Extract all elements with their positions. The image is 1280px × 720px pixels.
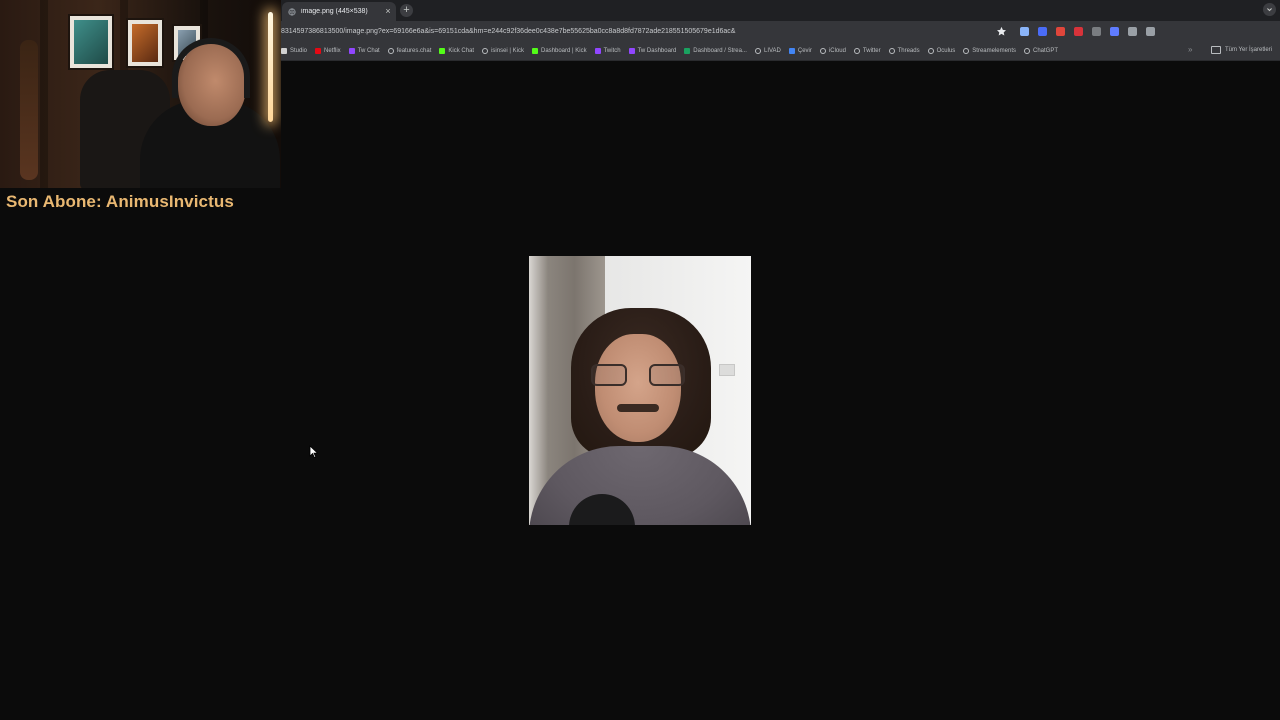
bookmark-favicon-icon [315, 48, 322, 54]
bookmark-favicon-icon [628, 48, 635, 54]
extension-icon[interactable] [1020, 27, 1029, 36]
bookmark-favicon-icon [788, 48, 795, 54]
image-person-mustache [617, 404, 659, 412]
browser-toolbar: 8314597386813500/image.png?ex=69166e6a&i… [280, 21, 1280, 42]
webcam-overlay [0, 0, 281, 188]
bookmark-favicon-icon [439, 48, 446, 54]
bookmark-star-icon[interactable] [996, 26, 1007, 37]
bookmark-label: Dashboard / Strea... [693, 48, 747, 54]
bookmark-label: LIVAD [763, 48, 781, 54]
folder-icon [1210, 46, 1221, 54]
all-bookmarks-label: Tüm Yer İşaretleri [1224, 47, 1272, 53]
bookmark-label: Tw Dashboard [637, 48, 677, 54]
bookmark-label: Threads [897, 48, 920, 54]
bookmark-item[interactable]: Dashboard | Kick [531, 48, 587, 54]
bookmark-label: Twitch [603, 48, 621, 54]
bookmark-favicon-icon [594, 48, 601, 54]
bookmark-item[interactable]: features.chat [387, 48, 432, 54]
bookmark-label: Oculus [936, 48, 956, 54]
bookmark-favicon-icon [754, 48, 761, 54]
bookmark-label: isinsei | Kick [491, 48, 524, 54]
tab-search-button[interactable] [1263, 3, 1276, 16]
bookmark-item[interactable]: Studio [281, 48, 307, 54]
extensions-row [1020, 25, 1164, 38]
url-text: 8314597386813500/image.png?ex=69166e6a&i… [281, 28, 736, 35]
tab-strip: image.png (445×538) × + [280, 0, 1280, 21]
bookmark-label: ChatGPT [1032, 48, 1058, 54]
bookmarks-bar: Studio Netflix Tw Chat features.chat Kick Ch… [280, 42, 1280, 61]
bookmark-favicon-icon [927, 48, 934, 54]
wall-picture [68, 14, 114, 70]
bookmark-item[interactable]: Çevir [788, 48, 812, 54]
extension-icon[interactable] [1146, 27, 1155, 36]
bookmark-item[interactable]: ChatGPT [1023, 48, 1058, 54]
bookmark-favicon-icon [819, 48, 826, 54]
bookmark-favicon-icon [531, 48, 538, 54]
glasses-lens [591, 364, 627, 386]
guitar [20, 40, 38, 180]
bookmark-item[interactable]: Dashboard / Strea... [684, 48, 747, 54]
bookmark-favicon-icon [1023, 48, 1030, 54]
extension-icon[interactable] [1128, 27, 1137, 36]
wall-panel [40, 0, 48, 188]
image-person-glasses [591, 364, 685, 388]
bookmark-label: Kick Chat [448, 48, 475, 54]
bookmark-favicon-icon [684, 48, 691, 54]
bookmark-favicon-icon [281, 48, 287, 54]
glasses-lens [649, 364, 685, 386]
globe-icon [287, 7, 296, 16]
mouse-cursor-icon [309, 445, 319, 459]
close-icon[interactable]: × [382, 7, 394, 16]
new-tab-button[interactable]: + [400, 4, 413, 17]
bookmark-favicon-icon [482, 48, 489, 54]
bookmark-favicon-icon [888, 48, 895, 54]
extension-icon[interactable] [1038, 27, 1047, 36]
bookmark-favicon-icon [387, 48, 394, 54]
bookmark-item[interactable]: Threads [888, 48, 920, 54]
extension-icon[interactable] [1056, 27, 1065, 36]
tab-image-png[interactable]: image.png (445×538) × [282, 2, 396, 21]
bookmark-item[interactable]: Twitter [853, 48, 881, 54]
bookmark-favicon-icon [853, 48, 860, 54]
bookmark-item[interactable]: Kick Chat [439, 48, 474, 54]
screen: image.png (445×538) × + 8314597386813500… [0, 0, 1280, 720]
bookmark-label: Netflix [324, 48, 341, 54]
bookmark-item[interactable]: isinsei | Kick [482, 48, 524, 54]
extension-icon[interactable] [1092, 27, 1101, 36]
bookmark-item[interactable]: Netflix [315, 48, 341, 54]
bookmark-label: Streamelements [972, 48, 1016, 54]
bookmarks-overflow-button[interactable]: » [1188, 45, 1192, 54]
bookmark-label: features.chat [396, 48, 432, 54]
bookmark-label: Studio [290, 48, 308, 54]
address-bar[interactable]: 8314597386813500/image.png?ex=69166e6a&i… [280, 23, 1010, 40]
image-person-face [595, 334, 681, 442]
bookmark-label: Tw Chat [357, 48, 380, 54]
bookmark-item[interactable]: Streamelements [963, 48, 1016, 54]
wall-picture [126, 18, 164, 68]
bookmark-label: Twitter [862, 48, 881, 54]
bookmark-item[interactable]: Tw Dashboard [628, 48, 677, 54]
extension-icon[interactable] [1110, 27, 1119, 36]
bookmark-label: Dashboard | Kick [540, 48, 587, 54]
led-light-strip [268, 12, 273, 122]
bookmark-favicon-icon [963, 48, 970, 54]
bookmarks-list: Studio Netflix Tw Chat features.chat Kick Ch… [281, 46, 1066, 56]
bookmark-item[interactable]: Tw Chat [348, 48, 380, 54]
image-wall-outlet [719, 364, 735, 376]
bookmark-item[interactable]: Twitch [594, 48, 621, 54]
bookmark-item[interactable]: LIVAD [754, 48, 781, 54]
bookmark-label: Çevir [797, 48, 812, 54]
extension-icon[interactable] [1074, 27, 1083, 36]
tab-title: image.png (445×538) [301, 8, 368, 15]
last-subscriber-label: Son Abone: AnimusInvictus [6, 192, 234, 211]
viewed-image[interactable] [529, 256, 751, 525]
bookmark-item[interactable]: iCloud [819, 48, 846, 54]
bookmark-favicon-icon [348, 48, 355, 54]
bookmark-label: iCloud [828, 48, 846, 54]
all-bookmarks-button[interactable]: Tüm Yer İşaretleri [1210, 46, 1272, 54]
bookmark-item[interactable]: Oculus [927, 48, 956, 54]
chevron-down-icon [1267, 8, 1272, 12]
